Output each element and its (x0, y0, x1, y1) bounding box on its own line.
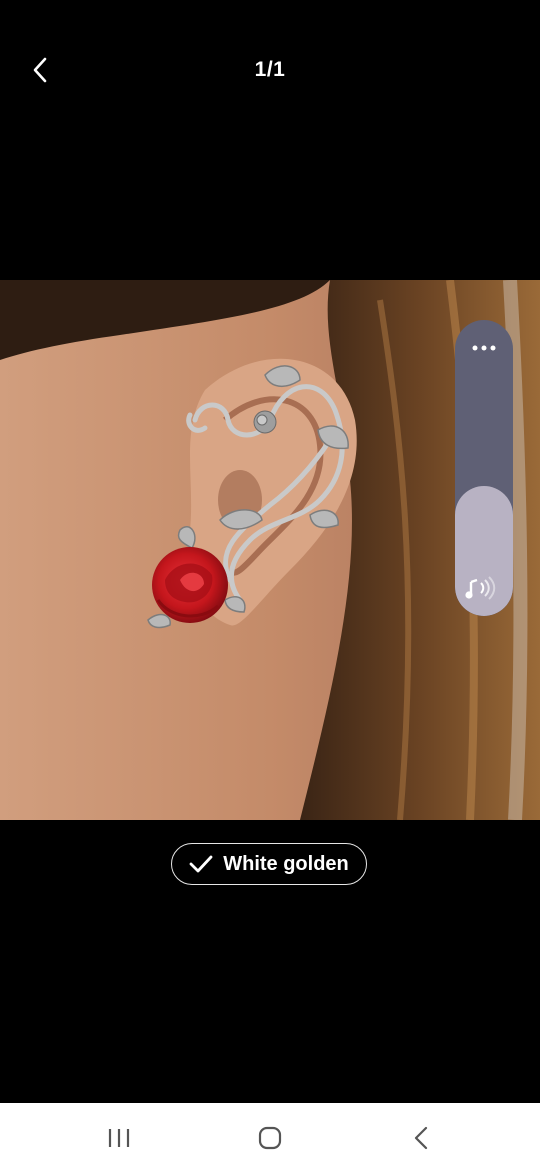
image-counter: 1/1 (254, 58, 286, 81)
more-dots-icon (472, 345, 496, 351)
home-icon (258, 1126, 282, 1150)
volume-speaker (465, 574, 503, 602)
music-volume-icon (465, 576, 496, 600)
volume-panel[interactable] (455, 320, 513, 616)
volume-settings-button[interactable] (455, 334, 513, 362)
system-navigation-bar (0, 1103, 540, 1170)
variant-option-chip[interactable]: White golden (171, 843, 367, 885)
checkmark-icon (189, 855, 213, 873)
back-nav-button[interactable] (401, 1123, 441, 1153)
back-icon (414, 1126, 428, 1150)
variant-label: White golden (223, 852, 349, 875)
top-bar: 1/1 (0, 0, 540, 140)
recent-apps-button[interactable] (99, 1123, 139, 1153)
home-button[interactable] (250, 1123, 290, 1153)
recent-apps-icon (108, 1129, 130, 1147)
